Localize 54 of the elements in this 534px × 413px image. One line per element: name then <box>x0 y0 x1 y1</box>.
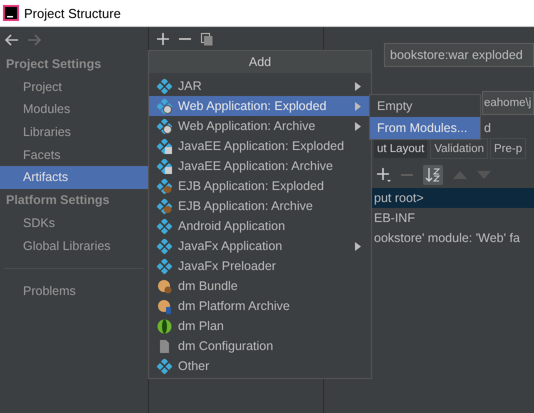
menu-item[interactable]: dm Platform Archive <box>149 296 371 316</box>
menu-item[interactable]: Android Application <box>149 216 371 236</box>
add-dropdown-icon[interactable] <box>377 168 391 182</box>
sidebar-item[interactable]: Project <box>0 76 148 98</box>
sidebar-item[interactable]: Modules <box>0 98 148 122</box>
menu-item[interactable]: Web Application: Exploded <box>149 96 371 116</box>
menu-item[interactable]: JavaEE Application: Archive <box>149 156 371 176</box>
menu-item[interactable]: JavaEE Application: Exploded <box>149 136 371 156</box>
sort-icon[interactable] <box>423 165 443 185</box>
sidebar-item[interactable]: Global Libraries <box>0 234 148 258</box>
menu-item[interactable]: Other <box>149 356 371 376</box>
menu-item[interactable]: JavaFx Application <box>149 236 371 256</box>
artifact-icon <box>157 358 172 374</box>
path-field[interactable]: eahome\j <box>482 91 534 115</box>
artifact-icon <box>157 78 172 94</box>
artifact-icon <box>157 238 172 254</box>
bundle-lock-icon <box>157 298 172 314</box>
app-icon <box>3 5 19 21</box>
document-icon <box>157 338 172 354</box>
menu-item[interactable]: From Modules... <box>370 117 480 139</box>
tab[interactable]: ut Layout <box>373 138 428 159</box>
artifact-ee-icon <box>157 138 172 154</box>
artifact-ee-icon <box>157 158 172 174</box>
bundle-icon <box>157 278 172 294</box>
section-header: Platform Settings <box>5 192 110 210</box>
back-arrow-icon[interactable] <box>5 34 19 46</box>
menu-item[interactable]: dm Plan <box>149 316 371 336</box>
sidebar-item[interactable]: Facets <box>0 144 148 166</box>
tab[interactable]: Pre-p <box>490 138 526 159</box>
menu-item[interactable]: Empty <box>370 95 480 117</box>
label-text: d <box>484 121 491 135</box>
menu-item[interactable]: dm Configuration <box>149 336 371 356</box>
menu-item[interactable]: JavaFx Preloader <box>149 256 371 276</box>
artifact-icon <box>157 258 172 274</box>
name-field[interactable]: bookstore:war exploded <box>384 43 534 67</box>
add-icon[interactable] <box>157 33 169 45</box>
copy-icon[interactable] <box>201 32 213 46</box>
sidebar-item[interactable]: Libraries <box>0 121 148 144</box>
menu-item[interactable]: dm Bundle <box>149 276 371 296</box>
tab[interactable]: Validation <box>430 138 488 159</box>
sidebar-item[interactable]: Artifacts <box>0 166 148 190</box>
artifact-bean-icon <box>157 198 172 214</box>
menu-item[interactable]: JAR <box>149 76 371 96</box>
artifact-globe-icon <box>157 118 172 134</box>
artifact-bean-icon <box>157 178 172 194</box>
menu-title: Add <box>149 51 371 73</box>
sidebar-item[interactable]: Problems <box>0 280 148 303</box>
artifact-globe-icon <box>157 98 172 114</box>
sidebar-item[interactable]: SDKs <box>0 212 148 234</box>
menu-item[interactable]: Web Application: Archive <box>149 116 371 136</box>
artifact-icon <box>157 218 172 234</box>
window-title: Project Structure <box>24 6 121 20</box>
sphere-icon <box>157 318 172 334</box>
section-header: Project Settings <box>5 56 102 73</box>
